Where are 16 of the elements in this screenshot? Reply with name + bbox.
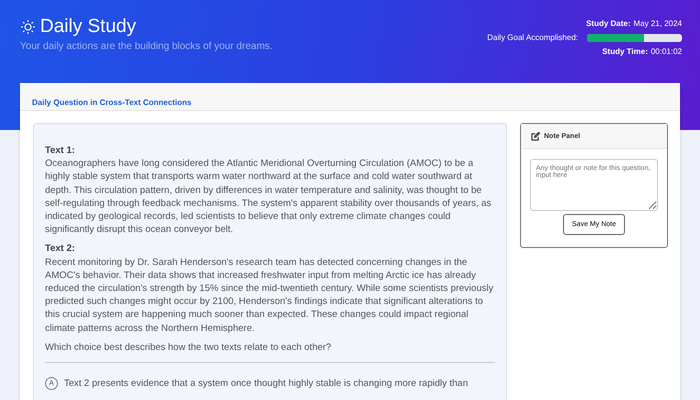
study-date-label: Study Date: <box>586 19 631 28</box>
passage-text: Oceanographers have long considered the Atlantic Meridional Overturning Circulation (AMOC) to be a highly stable system that transports warm water northward at the surface and cold water southward at depth. This circulation pattern, driven by differences in water temperature and salinity, was thought to be self-regulating through feedback mechanisms. The system's apparent stability over thousands of years, as indicated by geological records, led scientists to believe that only extreme climate changes could significantly disrupt this ocean conveyor belt. <box>45 157 492 236</box>
sun-icon <box>20 19 36 35</box>
study-date: May 21, 2024 <box>634 19 682 28</box>
study-time: 00:01:02 <box>650 47 682 56</box>
choice-text[interactable]: Text 2 presents evidence that a system once thought highly stable is changing more rapidly than <box>64 377 468 390</box>
page-title: Daily Study <box>40 16 136 38</box>
card-title: Daily Question in Cross-Text Connections <box>32 98 192 107</box>
text-heading: Text 1: <box>45 144 76 158</box>
question-text: Which choice best describes how the two texts relate to each other? <box>45 340 332 354</box>
text-heading: Text 2: <box>45 242 76 256</box>
study-time-label: Study Time: <box>602 47 648 56</box>
passage-text: Recent monitoring by Dr. Sarah Henderson's research team has detected concerning changes in the AMOC's behavior. Their data shows that increased freshwater input from melting Arctic ice has already reduced the circulation's strength by 15% since the mid-twentieth century. While some scientists previously predicted such changes might occur by 2100, Henderson's findings indicate that significant alterations to this crucial system are happening much sooner than expected. These changes could impact regional climate patterns across the Northern Hemisphere. <box>45 256 494 335</box>
edit-icon <box>531 132 540 140</box>
page-subtitle: Your daily actions are the building blocks of your dreams. <box>20 41 273 52</box>
goal-label: Daily Goal Accomplished: <box>487 33 578 42</box>
